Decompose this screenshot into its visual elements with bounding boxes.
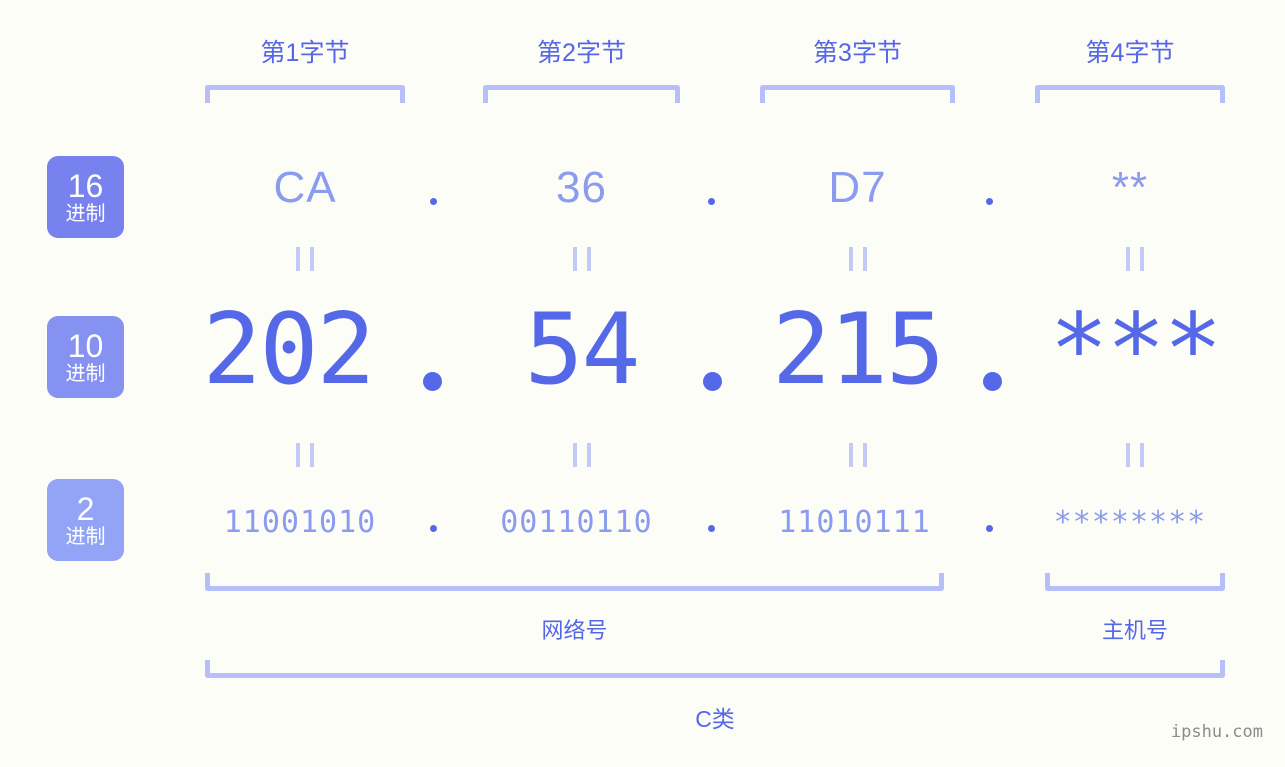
host-label: 主机号 xyxy=(1045,613,1225,645)
equals-mark-hex-dec-4 xyxy=(1126,247,1144,271)
hex-byte-4-value: ** xyxy=(1111,163,1149,212)
base-badge-decimal-suffix: 进制 xyxy=(65,363,106,385)
decimal-byte-3: 215 xyxy=(760,293,955,407)
class-bracket xyxy=(205,660,1225,678)
base-badge-binary: 2 进制 xyxy=(47,479,124,561)
base-badge-decimal: 10 进制 xyxy=(47,316,124,398)
decimal-byte-1: 202 xyxy=(188,293,388,407)
decimal-separator-dot-2 xyxy=(703,372,722,391)
byte-bracket-1 xyxy=(205,85,405,103)
base-badge-binary-suffix: 进制 xyxy=(65,526,106,548)
equals-mark-dec-bin-3 xyxy=(849,443,867,467)
hex-byte-1-value: CA xyxy=(273,163,337,212)
byte-header-2-label: 第2字节 xyxy=(537,39,626,67)
network-bracket xyxy=(205,573,944,591)
binary-byte-3-value: 11010111 xyxy=(778,505,931,540)
binary-byte-4: ******** xyxy=(1035,505,1225,540)
hex-byte-4: ** xyxy=(1035,163,1225,213)
hex-separator-dot-3 xyxy=(986,198,993,205)
byte-header-4-label: 第4字节 xyxy=(1085,39,1175,67)
network-label-text: 网络号 xyxy=(541,618,608,643)
network-label: 网络号 xyxy=(205,613,944,645)
byte-header-2: 第2字节 xyxy=(483,36,680,70)
hex-separator-dot-2 xyxy=(708,198,715,205)
hex-byte-3-value: D7 xyxy=(828,163,887,212)
watermark: ipshu.com xyxy=(1170,722,1263,742)
hex-separator-dot-1 xyxy=(430,198,437,205)
binary-separator-dot-2 xyxy=(708,525,715,532)
binary-separator-dot-3 xyxy=(986,525,993,532)
byte-bracket-4 xyxy=(1035,85,1225,103)
binary-byte-4-value: ******** xyxy=(1053,505,1207,540)
byte-bracket-3 xyxy=(760,85,955,103)
byte-bracket-2 xyxy=(483,85,680,103)
decimal-byte-4: *** xyxy=(1035,293,1235,407)
decimal-separator-dot-1 xyxy=(423,372,442,391)
byte-header-3-label: 第3字节 xyxy=(813,39,902,67)
host-label-text: 主机号 xyxy=(1101,618,1168,643)
equals-mark-dec-bin-2 xyxy=(573,443,591,467)
decimal-byte-4-value: *** xyxy=(1049,293,1222,407)
hex-byte-2-value: 36 xyxy=(556,163,607,212)
binary-byte-2: 00110110 xyxy=(478,505,675,540)
binary-byte-2-value: 00110110 xyxy=(500,505,653,540)
base-badge-hex: 16 进制 xyxy=(47,156,124,238)
byte-header-4: 第4字节 xyxy=(1035,36,1225,70)
decimal-byte-2-value: 54 xyxy=(524,293,640,407)
decimal-byte-2: 54 xyxy=(483,293,680,407)
binary-byte-1: 11001010 xyxy=(200,505,400,540)
equals-mark-dec-bin-4 xyxy=(1126,443,1144,467)
base-badge-decimal-number: 10 xyxy=(67,328,104,364)
binary-byte-3: 11010111 xyxy=(757,505,952,540)
base-badge-binary-number: 2 xyxy=(76,491,95,527)
decimal-byte-3-value: 215 xyxy=(771,293,945,407)
hex-byte-1: CA xyxy=(205,163,405,213)
equals-mark-hex-dec-2 xyxy=(573,247,591,271)
byte-header-3: 第3字节 xyxy=(760,36,955,70)
hex-byte-2: 36 xyxy=(483,163,680,213)
hex-byte-3: D7 xyxy=(760,163,955,213)
class-label: C类 xyxy=(205,700,1225,734)
ip-breakdown-diagram: 第1字节 第2字节 第3字节 第4字节 16 进制 10 进制 2 进制 CA … xyxy=(0,0,1285,767)
equals-mark-hex-dec-1 xyxy=(296,247,314,271)
equals-mark-hex-dec-3 xyxy=(849,247,867,271)
equals-mark-dec-bin-1 xyxy=(296,443,314,467)
base-badge-hex-suffix: 进制 xyxy=(65,203,106,225)
decimal-separator-dot-3 xyxy=(983,372,1002,391)
class-label-text: C类 xyxy=(695,706,735,732)
binary-byte-1-value: 11001010 xyxy=(223,505,377,540)
byte-header-1: 第1字节 xyxy=(205,36,405,70)
byte-header-1-label: 第1字节 xyxy=(260,39,350,67)
base-badge-hex-number: 16 xyxy=(67,168,104,204)
binary-separator-dot-1 xyxy=(430,525,437,532)
host-bracket xyxy=(1045,573,1225,591)
decimal-byte-1-value: 202 xyxy=(202,293,375,407)
